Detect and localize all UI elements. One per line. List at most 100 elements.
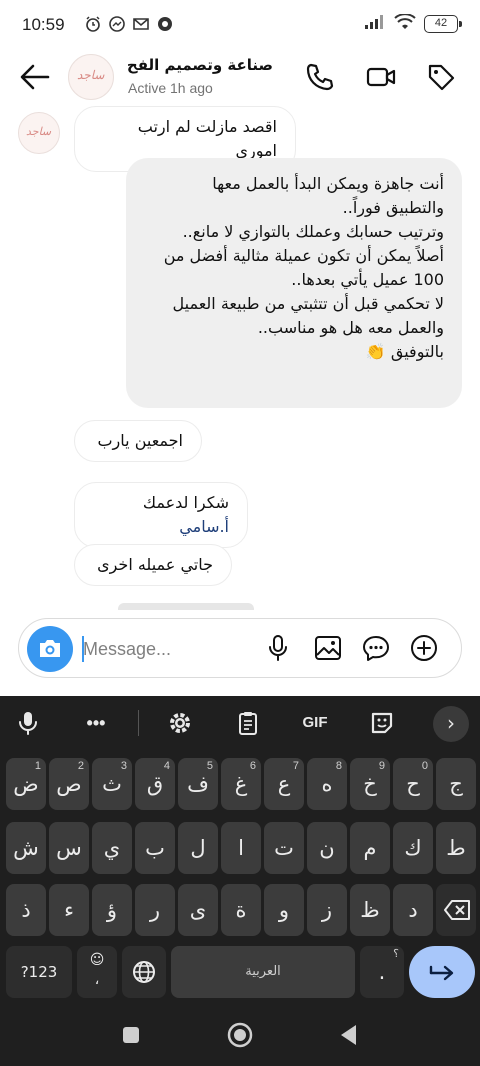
alarm-icon	[84, 15, 102, 33]
key[interactable]: س	[49, 822, 89, 874]
app-icon	[156, 15, 174, 33]
messenger-icon	[108, 15, 126, 33]
key[interactable]: ق4	[135, 758, 175, 810]
voice-typing-button[interactable]	[14, 709, 42, 737]
key[interactable]: غ6	[221, 758, 261, 810]
back-button[interactable]	[18, 62, 52, 92]
voice-call-button[interactable]	[302, 60, 336, 94]
key[interactable]: ع7	[264, 758, 304, 810]
plus-circle-icon	[411, 635, 437, 661]
language-key[interactable]	[122, 946, 166, 998]
message-bubble-incoming[interactable]: شكرا لدعمك أ.سامي	[74, 482, 248, 548]
keyboard-settings-button[interactable]	[166, 709, 194, 737]
enter-key[interactable]	[409, 946, 475, 998]
key[interactable]: خ9	[350, 758, 390, 810]
backspace-icon	[444, 900, 470, 920]
phone-icon	[306, 63, 334, 91]
sender-avatar[interactable]: ساجد	[18, 112, 60, 154]
microphone-icon	[19, 712, 37, 735]
system-icons: 42	[364, 13, 462, 34]
key[interactable]: م	[350, 822, 390, 874]
message-bubble-incoming[interactable]: اجمعين يارب	[74, 420, 202, 462]
message-bubble-partial	[118, 603, 254, 610]
home-button[interactable]	[225, 1020, 255, 1050]
message-input[interactable]	[83, 636, 253, 662]
key[interactable]: ر	[135, 884, 175, 936]
clipboard-icon	[239, 712, 257, 735]
gear-icon	[170, 713, 190, 733]
system-navigation-bar	[0, 1006, 480, 1066]
tag-button[interactable]	[424, 60, 458, 94]
key[interactable]: و	[264, 884, 304, 936]
space-key[interactable]: العربية	[171, 946, 355, 998]
camera-button[interactable]	[27, 626, 73, 672]
more-tools-button[interactable]: •••	[82, 709, 110, 737]
key[interactable]: ظ	[350, 884, 390, 936]
key[interactable]: د	[393, 884, 433, 936]
key[interactable]: ج	[436, 758, 476, 810]
avatar-logo-text: ساجد	[26, 125, 52, 138]
key[interactable]: ك	[393, 822, 433, 874]
microphone-icon	[269, 635, 287, 661]
back-nav-button[interactable]	[334, 1020, 364, 1050]
emoji-key[interactable]: ☺ ،	[77, 946, 117, 998]
mention-link[interactable]: أ.سامي	[179, 517, 229, 536]
message-bubble-outgoing[interactable]: أنت جاهزة ويمكن البدأ بالعمل معها والتطب…	[126, 158, 462, 408]
smiley-icon: ☺	[89, 952, 105, 968]
status-time: 10:59	[22, 15, 65, 34]
emoji-sticker-button[interactable]	[368, 709, 396, 737]
avatar-logo-text: ساجد	[77, 68, 105, 82]
contact-avatar[interactable]: ساجد	[68, 54, 114, 100]
key[interactable]: ز	[307, 884, 347, 936]
backspace-key[interactable]	[436, 884, 476, 936]
sticker-button[interactable]	[361, 633, 391, 663]
clipboard-button[interactable]	[234, 709, 262, 737]
key[interactable]: ة	[221, 884, 261, 936]
key[interactable]: ص2	[49, 758, 89, 810]
key[interactable]: ؤ	[92, 884, 132, 936]
battery-indicator: 42	[424, 15, 462, 33]
key[interactable]: ت	[264, 822, 304, 874]
key[interactable]: ى	[178, 884, 218, 936]
key[interactable]: ه8	[307, 758, 347, 810]
key[interactable]: ض1	[6, 758, 46, 810]
signal-icon	[364, 14, 386, 34]
toolbar-divider	[138, 710, 139, 736]
triangle-back-icon	[341, 1025, 356, 1045]
period-key[interactable]: . ؟	[360, 946, 404, 998]
key[interactable]: ف5	[178, 758, 218, 810]
chevron-right-icon: ›	[447, 711, 455, 735]
contact-name[interactable]: صناعة وتصميم الفح...	[128, 56, 273, 74]
keyboard-toolbar: ••• GIF ›	[0, 696, 480, 750]
more-options-button[interactable]	[409, 633, 439, 663]
message-thread[interactable]: ساجد اقصد مازلت لم ارتب اموري أنت جاهزة …	[0, 106, 480, 610]
recents-button[interactable]	[116, 1020, 146, 1050]
video-call-button[interactable]	[364, 60, 398, 94]
sticker-icon	[371, 712, 393, 734]
key[interactable]: ب	[135, 822, 175, 874]
expand-toolbar-button[interactable]: ›	[433, 706, 469, 742]
key[interactable]: ن	[307, 822, 347, 874]
key[interactable]: ث3	[92, 758, 132, 810]
enter-arrow-icon	[429, 965, 454, 981]
circle-icon	[227, 1022, 253, 1048]
key[interactable]: ش	[6, 822, 46, 874]
key[interactable]: ط	[436, 822, 476, 874]
message-bubble-incoming[interactable]: جاتي عميله اخرى	[74, 544, 232, 586]
key[interactable]: ح0	[393, 758, 433, 810]
key[interactable]: ذ	[6, 884, 46, 936]
voice-message-button[interactable]	[263, 633, 293, 663]
message-text: شكرا لدعمك	[142, 493, 229, 512]
chat-bubble-icon	[363, 636, 389, 661]
key[interactable]: ا	[221, 822, 261, 874]
symbols-key[interactable]: ?123	[6, 946, 72, 998]
message-composer	[18, 618, 462, 678]
notification-icons	[84, 15, 174, 33]
key[interactable]: ل	[178, 822, 218, 874]
square-icon	[123, 1027, 139, 1043]
arrow-left-icon	[20, 64, 50, 90]
gallery-button[interactable]	[313, 633, 343, 663]
key[interactable]: ي	[92, 822, 132, 874]
gif-button[interactable]: GIF	[298, 709, 332, 737]
key[interactable]: ء	[49, 884, 89, 936]
